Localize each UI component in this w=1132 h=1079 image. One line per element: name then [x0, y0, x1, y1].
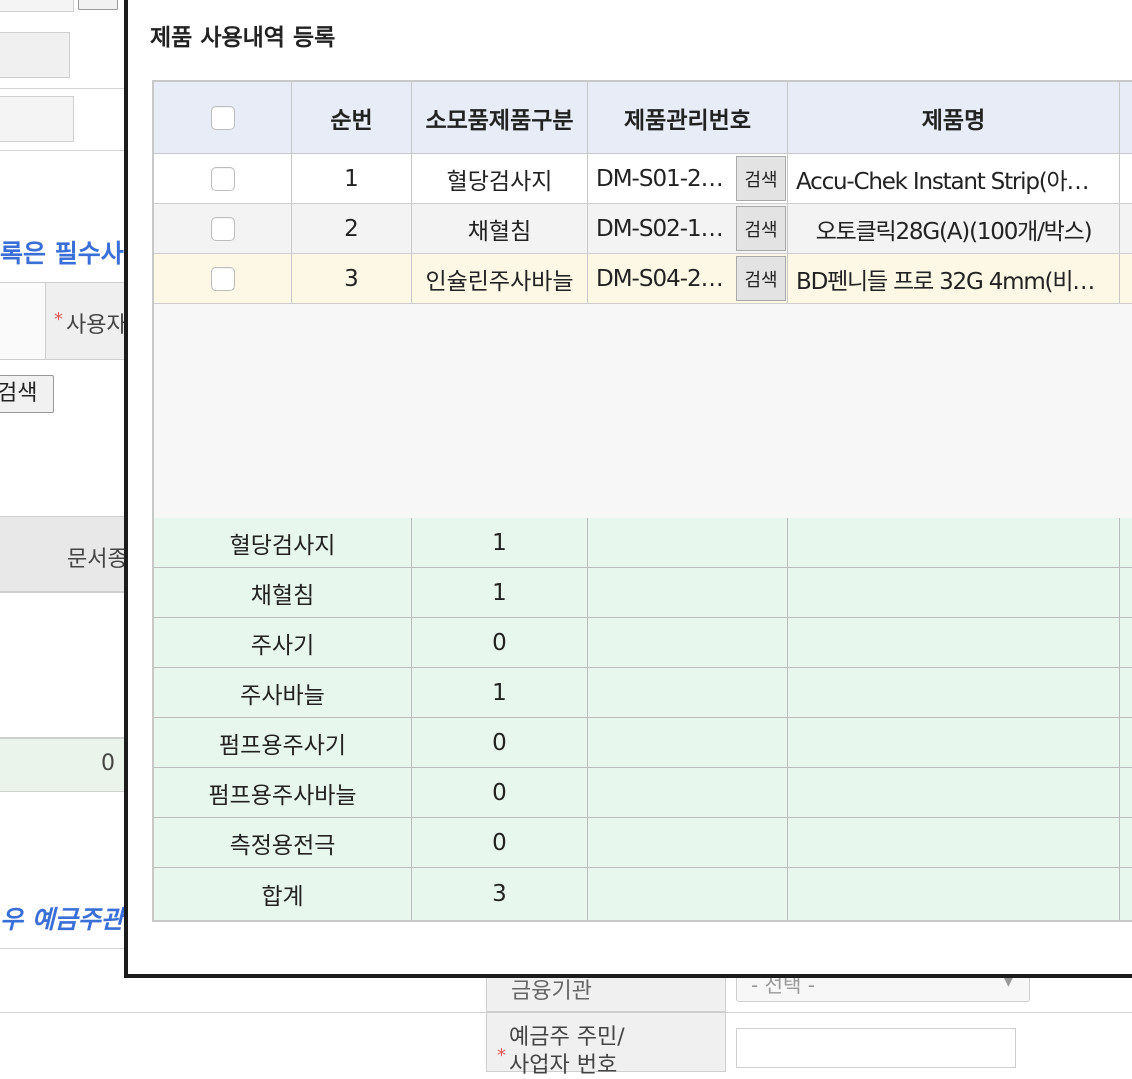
summary-label: 주사기	[154, 618, 412, 667]
bg-user-label-cell: * 사용자	[45, 282, 135, 360]
code-search-button[interactable]: 검색	[736, 156, 786, 201]
header-extra	[1120, 82, 1132, 153]
bg-doc-cell	[0, 592, 130, 738]
bg-cell	[0, 282, 46, 360]
row-checkbox[interactable]	[210, 266, 235, 291]
required-asterisk: *	[497, 1045, 506, 1066]
row-category: 인슐린주사바늘	[412, 254, 588, 303]
summary-total-count: 3	[412, 868, 588, 920]
bg-doc-label: 문서종	[67, 547, 128, 572]
table-header: 순번 소모품제품구분 제품관리번호 제품명	[154, 82, 1132, 154]
row-category: 채혈침	[412, 204, 588, 253]
bg-doc-header: 문서종	[0, 516, 130, 592]
header-select-all	[154, 82, 292, 153]
summary-total-label: 합계	[154, 868, 412, 920]
summary-count: 1	[412, 518, 588, 567]
summary-count: 1	[412, 668, 588, 717]
bg-input-2[interactable]	[0, 96, 74, 142]
bg-depositor-id-input[interactable]	[736, 1028, 1016, 1068]
select-all-checkbox[interactable]	[210, 105, 235, 130]
summary-row: 펌프용주사기 0	[154, 718, 1132, 768]
summary-row: 채혈침 1	[154, 568, 1132, 618]
code-search-button[interactable]: 검색	[736, 206, 786, 251]
summary-count: 0	[412, 718, 588, 767]
summary-total-row: 합계 3	[154, 868, 1132, 920]
row-product-name: Accu-Chek Instant Strip(아…	[788, 154, 1120, 203]
row-code: DM-S02-1…	[596, 215, 724, 242]
summary-count: 0	[412, 818, 588, 867]
summary-label: 펌프용주사기	[154, 718, 412, 767]
summary-label: 채혈침	[154, 568, 412, 617]
row-seq: 1	[292, 154, 412, 203]
modal-title: 제품 사용내역 등록	[150, 25, 336, 51]
header-seq: 순번	[292, 82, 412, 153]
summary-count: 0	[412, 618, 588, 667]
summary-label: 측정용전극	[154, 818, 412, 867]
row-code: DM-S04-2…	[596, 265, 724, 292]
product-table: 순번 소모품제품구분 제품관리번호 제품명 1 혈당검사지 DM-S01-2… …	[152, 80, 1132, 922]
summary-label: 주사바늘	[154, 668, 412, 717]
bg-divider	[0, 150, 124, 151]
header-name: 제품명	[788, 82, 1120, 153]
bg-search-button[interactable]: 검색	[0, 375, 54, 413]
bg-field-1	[0, 32, 70, 78]
row-product-name: BD펜니들 프로 32G 4mm(비…	[788, 254, 1120, 303]
table-row[interactable]: 3 인슐린주사바늘 DM-S04-2… 검색 BD펜니들 프로 32G 4mm(…	[154, 254, 1132, 304]
bg-depositor-id-cell: * 예금주 주민/ 사업자 번호	[486, 1012, 726, 1078]
bg-depositor-id-label-2: 사업자 번호	[509, 1053, 618, 1078]
bg-zero-value: 0	[101, 751, 115, 776]
summary-row: 펌프용주사바늘 0	[154, 768, 1132, 818]
bg-input-top[interactable]	[0, 0, 74, 12]
summary-count: 1	[412, 568, 588, 617]
row-seq: 2	[292, 204, 412, 253]
summary-row: 혈당검사지 1	[154, 518, 1132, 568]
summary-label: 펌프용주사바늘	[154, 768, 412, 817]
bg-zero-cell: 0	[0, 738, 130, 792]
row-seq: 3	[292, 254, 412, 303]
bg-required-notice: 록은 필수사	[0, 239, 124, 268]
bg-user-label: 사용자	[66, 313, 127, 338]
row-product-name: 오토클릭28G(A)(100개/박스)	[788, 204, 1120, 253]
header-code: 제품관리번호	[588, 82, 788, 153]
summary-count: 0	[412, 768, 588, 817]
summary-row: 주사바늘 1	[154, 668, 1132, 718]
summary-row: 측정용전극 0	[154, 818, 1132, 868]
row-category: 혈당검사지	[412, 154, 588, 203]
row-checkbox[interactable]	[210, 166, 235, 191]
required-asterisk: *	[54, 309, 63, 330]
summary-label: 혈당검사지	[154, 518, 412, 567]
product-usage-modal: 제품 사용내역 등록 순번 소모품제품구분 제품관리번호 제품명 1 혈당검사지…	[124, 0, 1132, 978]
header-category: 소모품제품구분	[412, 82, 588, 153]
row-checkbox[interactable]	[210, 216, 235, 241]
row-code: DM-S01-2…	[596, 165, 724, 192]
summary-row: 주사기 0	[154, 618, 1132, 668]
bg-divider	[0, 88, 124, 89]
table-row[interactable]: 1 혈당검사지 DM-S01-2… 검색 Accu-Chek Instant S…	[154, 154, 1132, 204]
table-row[interactable]: 2 채혈침 DM-S02-1… 검색 오토클릭28G(A)(100개/박스)	[154, 204, 1132, 254]
code-search-button[interactable]: 검색	[736, 256, 786, 301]
bg-top-button[interactable]	[78, 0, 118, 10]
bg-depositor-notice: 우 예금주관	[0, 905, 124, 934]
